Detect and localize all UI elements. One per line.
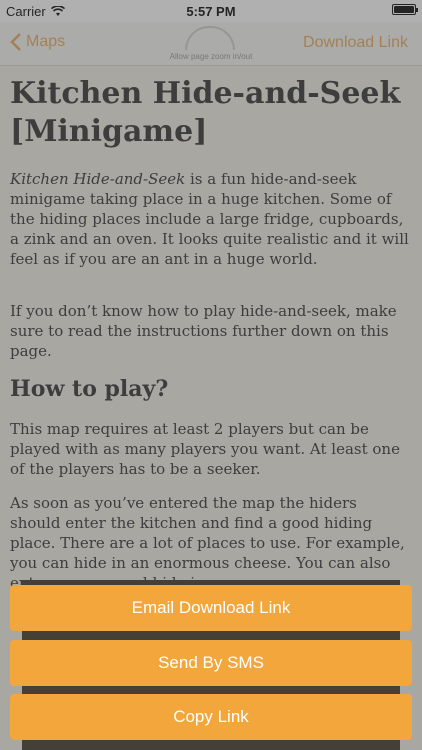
- email-download-link-button[interactable]: Email Download Link: [10, 585, 412, 631]
- copy-link-button[interactable]: Copy Link: [10, 694, 412, 740]
- send-by-sms-button[interactable]: Send By SMS: [10, 640, 412, 686]
